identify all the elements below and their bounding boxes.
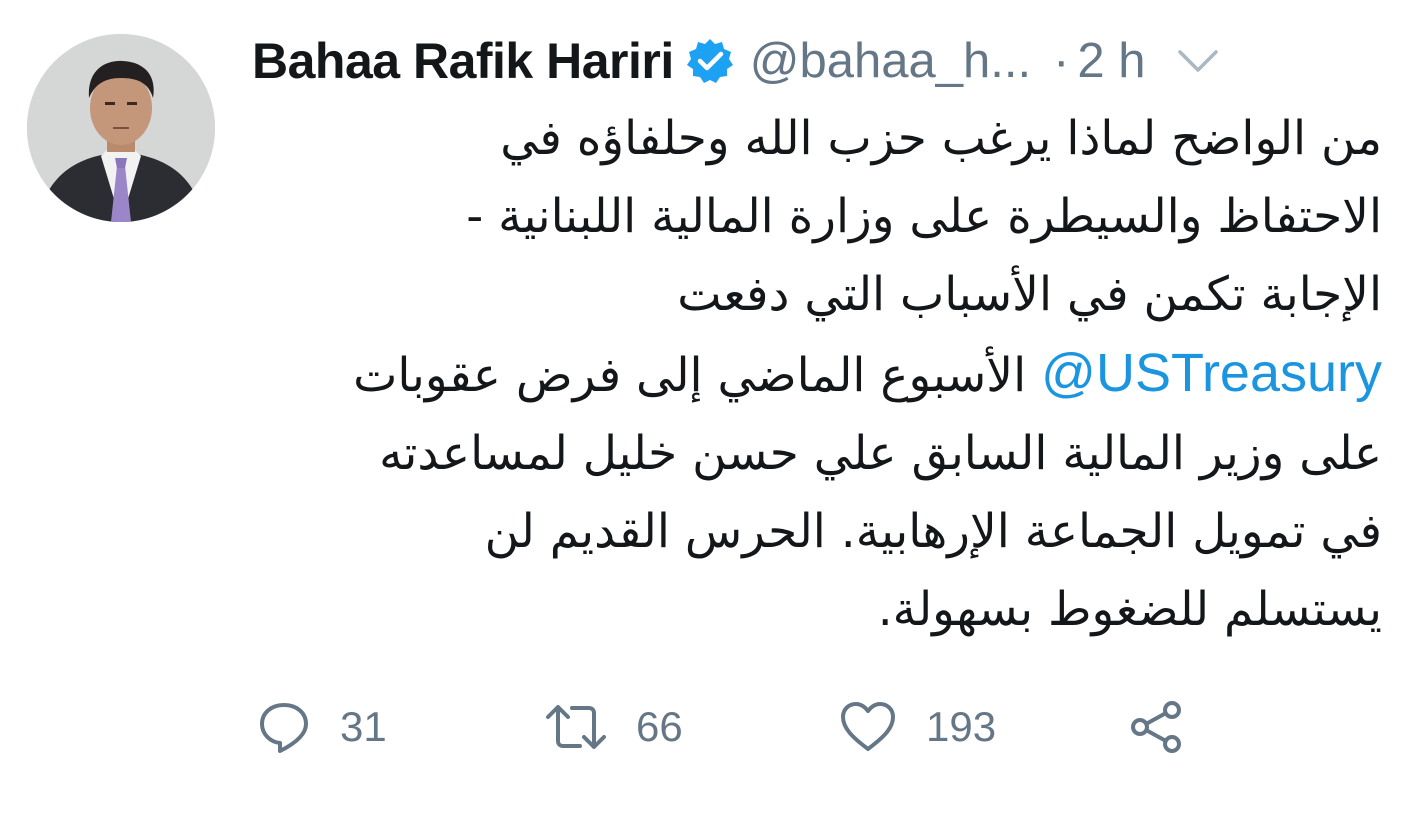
reply-button[interactable]: 31	[256, 692, 387, 762]
retweet-icon	[546, 705, 606, 749]
separator-dot: ·	[1053, 34, 1070, 88]
heart-icon	[841, 702, 895, 751]
share-icon	[1131, 701, 1181, 753]
tweet-header: Bahaa Rafik Hariri @bahaa_h... · 2 h	[252, 30, 1392, 92]
tweet[interactable]: Bahaa Rafik Hariri @bahaa_h... · 2 h من …	[0, 0, 1424, 822]
chevron-down-icon[interactable]	[1176, 46, 1220, 76]
share-button[interactable]	[1128, 692, 1186, 762]
like-button[interactable]: 193	[838, 692, 996, 762]
tweet-text-line: @USTreasury الأسبوع الماضي إلى فرض عقوبا…	[252, 334, 1382, 415]
retweet-count: 66	[636, 703, 683, 750]
display-name[interactable]: Bahaa Rafik Hariri	[252, 32, 674, 90]
tweet-text-line: من الواضح لماذا يرغب حزب الله وحلفاؤه في	[500, 111, 1382, 166]
verified-badge-icon	[686, 39, 733, 83]
tweet-text-segment: الأسبوع الماضي إلى فرض عقوبات	[353, 348, 1027, 403]
mention-link[interactable]: @USTreasury	[1041, 343, 1382, 403]
tweet-text-line: الإجابة تكمن في الأسباب التي دفعت	[677, 267, 1382, 322]
tweet-text: من الواضح لماذا يرغب حزب الله وحلفاؤه في…	[252, 100, 1382, 649]
tweet-text-line: الاحتفاظ والسيطرة على وزارة المالية اللب…	[466, 189, 1382, 244]
tweet-text-line: يستسلم للضغوط بسهولة.	[877, 582, 1382, 637]
avatar[interactable]	[27, 34, 215, 222]
like-count: 193	[926, 703, 997, 750]
avatar-image	[27, 34, 215, 222]
tweet-text-line: في تمويل الجماعة الإرهابية. الحرس القديم…	[484, 504, 1382, 559]
tweet-text-line: على وزير المالية السابق علي حسن خليل لمس…	[379, 426, 1382, 481]
user-handle[interactable]: @bahaa_h...	[750, 33, 1031, 89]
reply-count: 31	[340, 703, 387, 750]
timestamp[interactable]: 2 h	[1077, 33, 1145, 89]
reply-icon	[260, 703, 308, 753]
tweet-actions: 31 66 193	[256, 692, 1236, 762]
retweet-button[interactable]: 66	[544, 692, 683, 762]
